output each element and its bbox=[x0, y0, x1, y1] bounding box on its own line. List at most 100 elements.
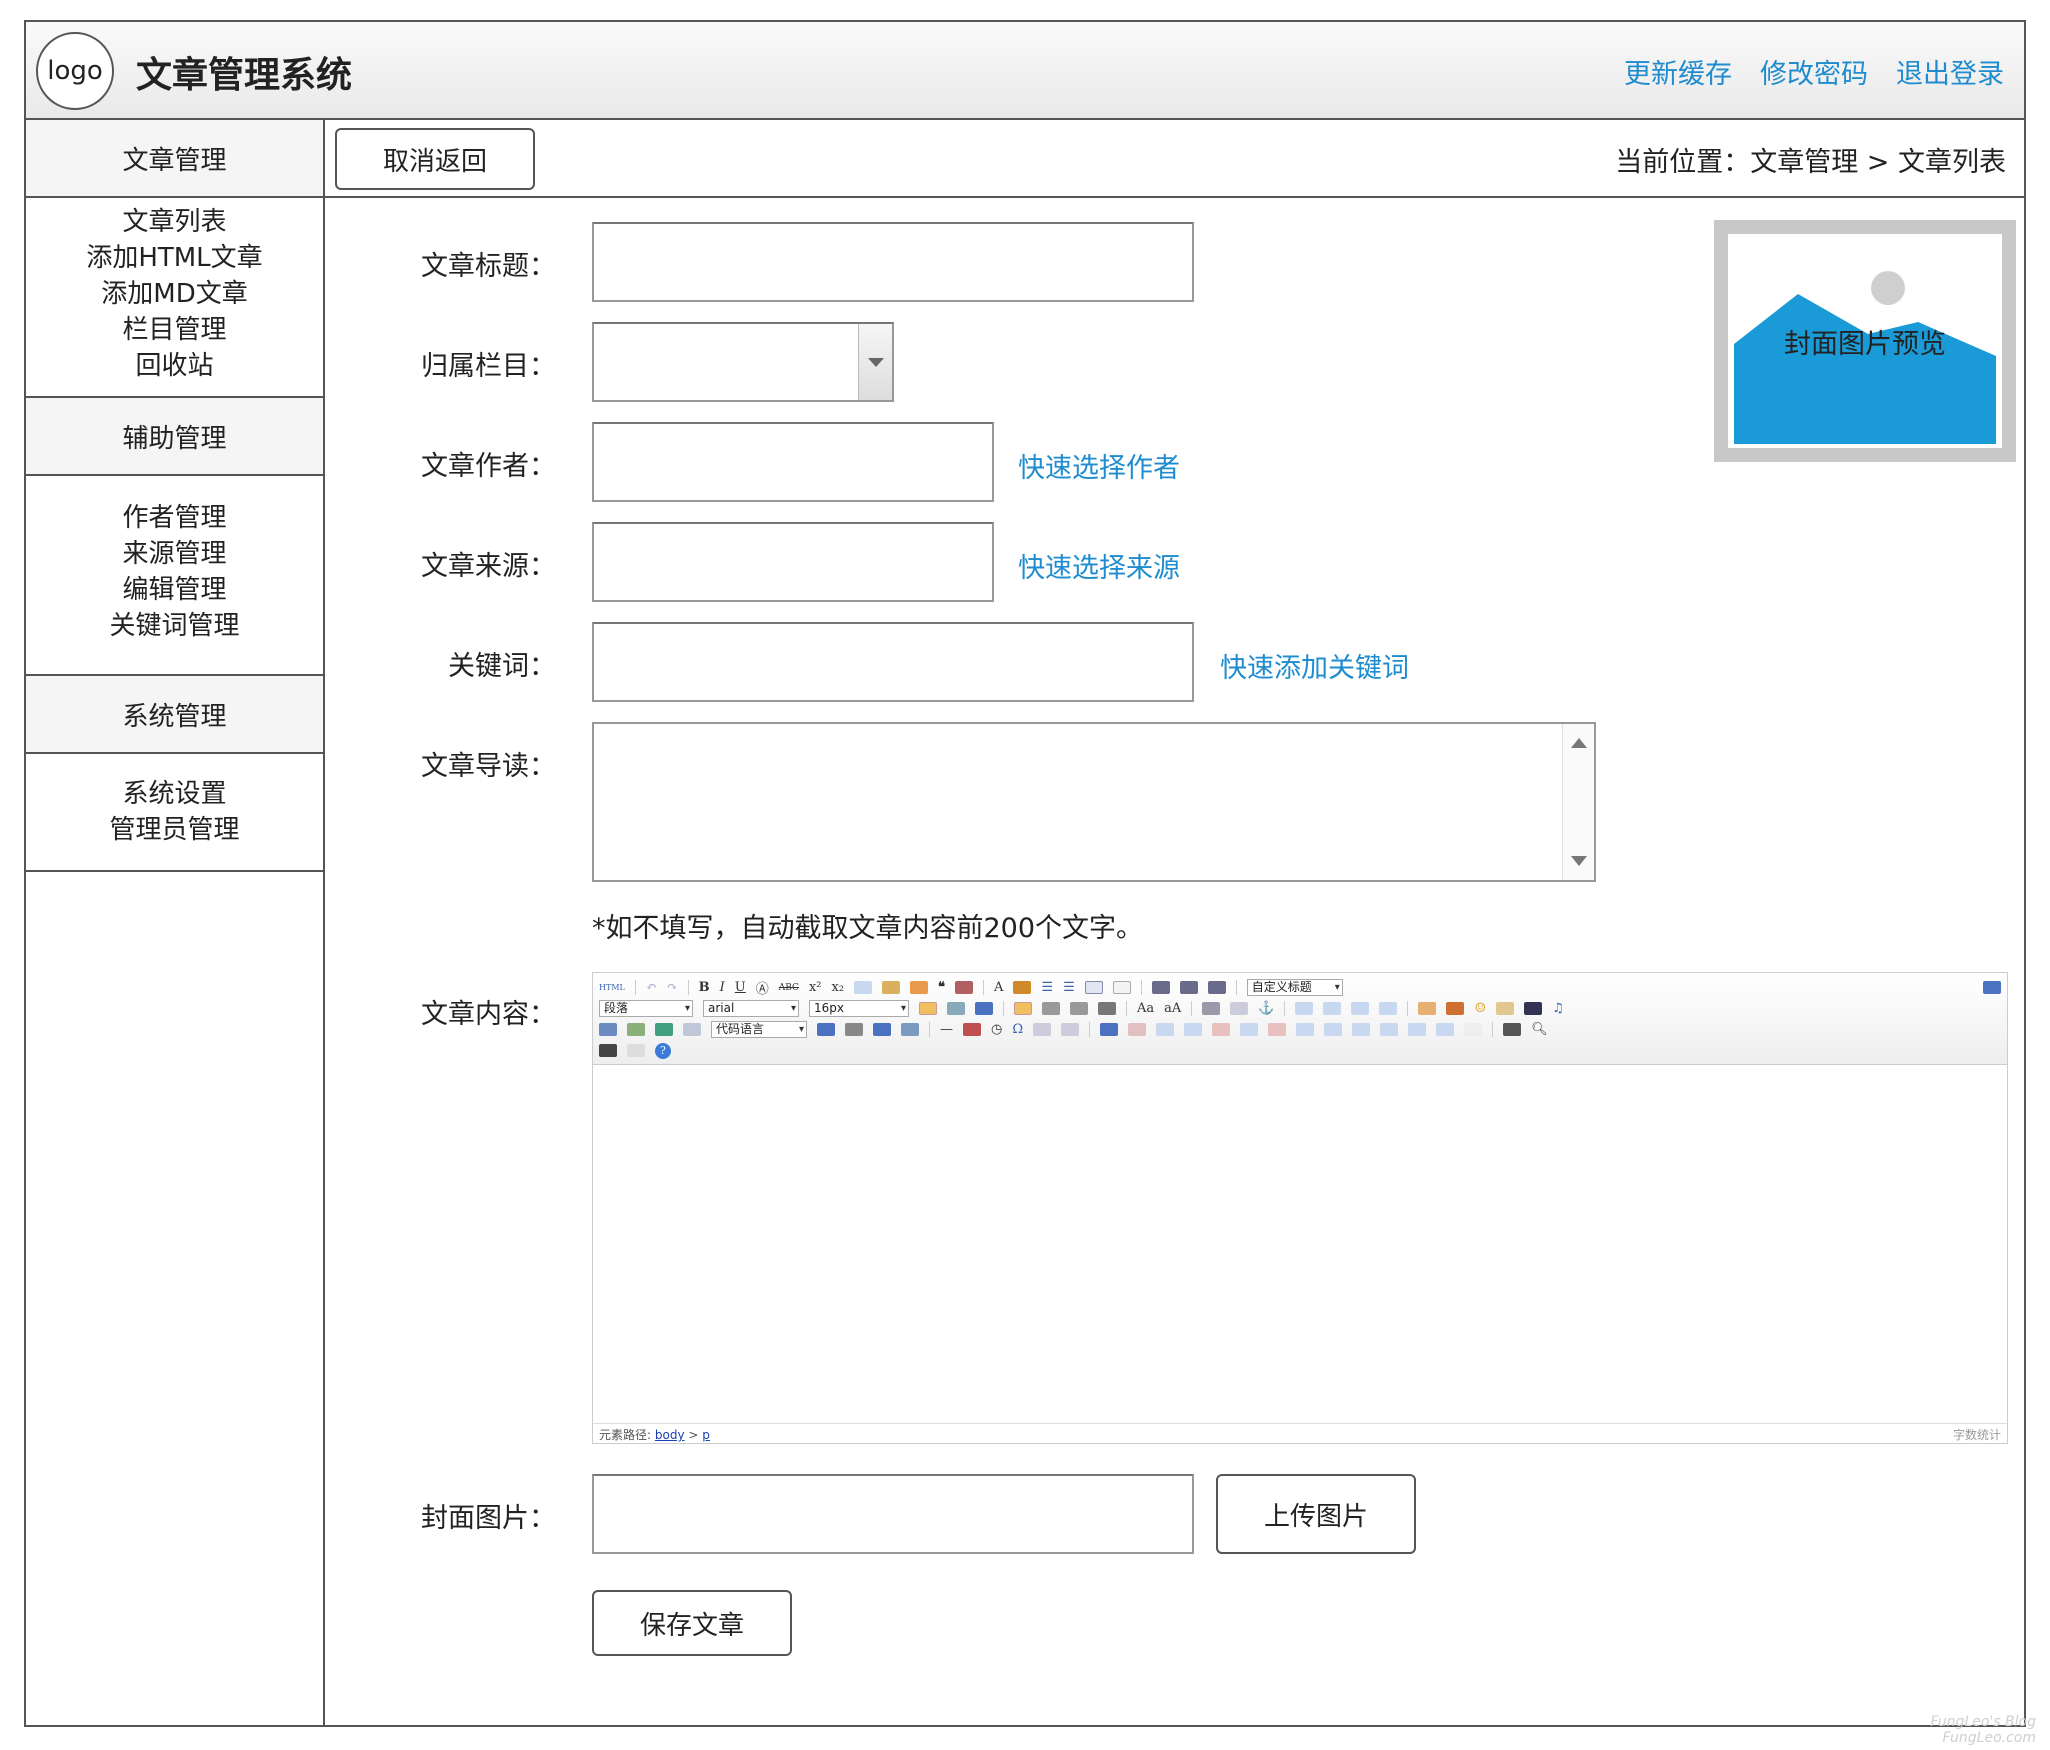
quick-select-source-link[interactable]: 快速选择来源 bbox=[1018, 546, 1180, 585]
sidebar-item-keyword[interactable]: 关键词管理 bbox=[26, 608, 323, 644]
template-icon[interactable] bbox=[845, 1023, 863, 1036]
ordered-list-icon[interactable]: ☰ bbox=[1041, 980, 1053, 995]
keywords-input[interactable] bbox=[592, 622, 1194, 702]
logout-link[interactable]: 退出登录 bbox=[1896, 52, 2004, 91]
cover-input[interactable] bbox=[592, 1474, 1194, 1554]
row-spacing-top-icon[interactable] bbox=[1151, 981, 1170, 994]
date-icon[interactable] bbox=[963, 1023, 981, 1036]
select-all-icon[interactable] bbox=[1084, 981, 1103, 994]
insert-paragraph-before-table-icon[interactable] bbox=[1156, 1023, 1175, 1036]
scroll-down-icon[interactable] bbox=[1571, 856, 1587, 866]
delete-table-icon[interactable] bbox=[1128, 1023, 1147, 1036]
align-right-icon[interactable] bbox=[1070, 1002, 1088, 1015]
align-justify-icon[interactable] bbox=[1098, 1002, 1116, 1015]
unordered-list-icon[interactable]: ☰ bbox=[1063, 980, 1075, 995]
to-lowercase-icon[interactable]: aA bbox=[1164, 1001, 1181, 1016]
subscript-icon[interactable]: x₂ bbox=[831, 980, 844, 995]
indent-icon[interactable] bbox=[975, 1002, 993, 1015]
font-size-select[interactable]: 16px bbox=[809, 1000, 909, 1017]
element-path-p[interactable]: p bbox=[702, 1428, 710, 1442]
change-password-link[interactable]: 修改密码 bbox=[1760, 52, 1868, 91]
summary-scrollbar[interactable] bbox=[1562, 724, 1594, 880]
delete-col-icon[interactable] bbox=[1268, 1023, 1287, 1036]
quick-add-keywords-link[interactable]: 快速添加关键词 bbox=[1220, 646, 1409, 685]
split-cells-icon[interactable] bbox=[1380, 1023, 1399, 1036]
sidebar-item-admins[interactable]: 管理员管理 bbox=[26, 812, 323, 848]
align-center-icon[interactable] bbox=[1042, 1002, 1060, 1015]
insert-image-icon[interactable] bbox=[1446, 1002, 1465, 1015]
sidebar-section-article[interactable]: 文章管理 bbox=[26, 120, 323, 198]
ltr-icon[interactable] bbox=[919, 1002, 937, 1015]
merge-down-icon[interactable] bbox=[1352, 1023, 1371, 1036]
font-family-select[interactable]: arial bbox=[703, 1000, 799, 1017]
sidebar-item-article-list[interactable]: 文章列表 bbox=[26, 204, 323, 240]
insert-video-icon[interactable] bbox=[1524, 1002, 1543, 1015]
save-article-button[interactable]: 保存文章 bbox=[592, 1590, 792, 1656]
paragraph-select[interactable]: 段落 bbox=[599, 1000, 693, 1017]
fullscreen-icon[interactable] bbox=[1983, 981, 2001, 994]
time-icon[interactable]: ◷ bbox=[991, 1022, 1002, 1037]
insert-table-icon[interactable] bbox=[1100, 1023, 1119, 1036]
horizontal-rule-icon[interactable]: — bbox=[940, 1022, 953, 1037]
clear-doc-icon[interactable] bbox=[1112, 981, 1131, 994]
column-select[interactable] bbox=[592, 322, 894, 402]
merge-right-icon[interactable] bbox=[1324, 1023, 1343, 1036]
map-icon[interactable] bbox=[627, 1023, 645, 1036]
sidebar-item-recycle[interactable]: 回收站 bbox=[26, 348, 323, 384]
quick-select-author-link[interactable]: 快速选择作者 bbox=[1018, 446, 1180, 485]
help-icon[interactable]: ? bbox=[655, 1042, 671, 1059]
sidebar-section-system[interactable]: 系统管理 bbox=[26, 676, 323, 754]
sidebar-item-settings[interactable]: 系统设置 bbox=[26, 776, 323, 812]
row-spacing-bottom-icon[interactable] bbox=[1179, 981, 1198, 994]
drafts-icon[interactable] bbox=[599, 1044, 617, 1057]
merge-cells-icon[interactable] bbox=[1296, 1023, 1315, 1036]
upload-image-button[interactable]: 上传图片 bbox=[1216, 1474, 1416, 1554]
background-icon[interactable] bbox=[873, 1023, 891, 1036]
sidebar-item-add-html[interactable]: 添加HTML文章 bbox=[26, 240, 323, 276]
underline-icon[interactable]: U bbox=[735, 980, 746, 995]
emotion-icon[interactable]: ☺ bbox=[1474, 1001, 1486, 1016]
search-replace-icon[interactable]: 🔍︎ bbox=[1531, 1022, 1548, 1037]
page-icon[interactable] bbox=[627, 1044, 645, 1057]
insert-row-icon[interactable] bbox=[1184, 1023, 1203, 1036]
sidebar-item-author[interactable]: 作者管理 bbox=[26, 500, 323, 536]
simple-upload-icon[interactable] bbox=[1418, 1002, 1437, 1015]
charts-icon[interactable] bbox=[1464, 1023, 1483, 1036]
align-left-icon[interactable] bbox=[1014, 1002, 1032, 1015]
line-height-icon[interactable] bbox=[1207, 981, 1226, 994]
superscript-icon[interactable]: x² bbox=[809, 980, 822, 995]
split-cols-icon[interactable] bbox=[1436, 1023, 1455, 1036]
title-input[interactable] bbox=[592, 222, 1194, 302]
blockquote-icon[interactable]: ❝ bbox=[938, 980, 945, 995]
auto-format-icon[interactable] bbox=[910, 981, 929, 994]
insert-col-icon[interactable] bbox=[1240, 1023, 1259, 1036]
music-icon[interactable]: ♫ bbox=[1552, 1001, 1564, 1016]
sidebar-item-source[interactable]: 来源管理 bbox=[26, 536, 323, 572]
snapscreen-icon[interactable] bbox=[1033, 1023, 1052, 1036]
image-left-icon[interactable] bbox=[1323, 1002, 1342, 1015]
split-rows-icon[interactable] bbox=[1408, 1023, 1427, 1036]
sidebar-item-editor[interactable]: 编辑管理 bbox=[26, 572, 323, 608]
undo-icon[interactable]: ↶ bbox=[646, 980, 657, 995]
refresh-cache-link[interactable]: 更新缓存 bbox=[1624, 52, 1732, 91]
scrawl-icon[interactable] bbox=[1496, 1002, 1515, 1015]
image-center-icon[interactable] bbox=[1379, 1002, 1398, 1015]
format-brush-icon[interactable] bbox=[882, 981, 901, 994]
redo-icon[interactable]: ↷ bbox=[667, 980, 678, 995]
anchor-icon[interactable]: ⚓ bbox=[1258, 1001, 1274, 1016]
element-path-body[interactable]: body bbox=[655, 1428, 685, 1442]
author-input[interactable] bbox=[592, 422, 994, 502]
paste-plain-icon[interactable] bbox=[955, 981, 974, 994]
image-none-icon[interactable] bbox=[1295, 1002, 1314, 1015]
rich-text-editor[interactable]: HTML ↶ ↷ B I U Ⓐ ABC x² x₂ ❝ A ☰ ☰ 自定义标题… bbox=[592, 972, 2008, 1444]
source-input[interactable] bbox=[592, 522, 994, 602]
highlight-color-icon[interactable] bbox=[1013, 981, 1032, 994]
rtl-icon[interactable] bbox=[947, 1002, 965, 1015]
html-source-button[interactable]: HTML bbox=[599, 983, 625, 992]
italic-icon[interactable]: I bbox=[720, 980, 725, 995]
strikethrough-icon[interactable]: ABC bbox=[779, 983, 799, 993]
sidebar-section-assist[interactable]: 辅助管理 bbox=[26, 398, 323, 476]
font-border-icon[interactable]: Ⓐ bbox=[756, 978, 769, 997]
link-icon[interactable] bbox=[1202, 1002, 1221, 1015]
print-icon[interactable] bbox=[1503, 1023, 1522, 1036]
